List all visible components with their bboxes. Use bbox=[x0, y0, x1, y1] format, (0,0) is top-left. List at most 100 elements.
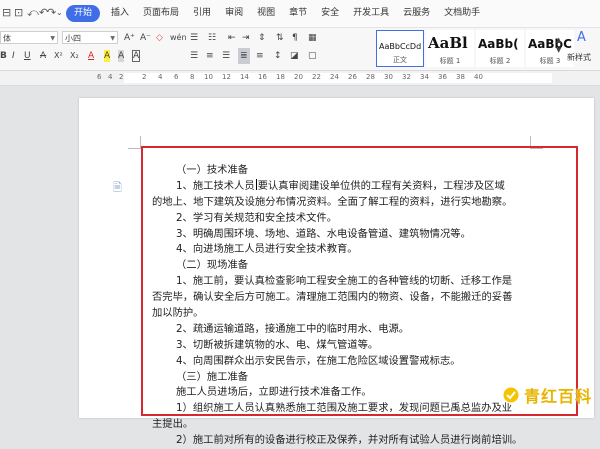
font-size-value: 小四 bbox=[65, 34, 81, 43]
align-center-icon[interactable]: ≡ bbox=[206, 50, 214, 62]
shading-icon[interactable]: ◪ bbox=[290, 50, 299, 62]
ruler-number: 14 bbox=[240, 73, 249, 81]
align-left-icon[interactable]: ☰ bbox=[190, 50, 198, 62]
subscript-button[interactable]: X₂ bbox=[70, 50, 79, 62]
tab-references[interactable]: 引用 bbox=[186, 5, 218, 22]
redo-icon[interactable]: ⤺ bbox=[27, 7, 39, 19]
tab-doc-assistant[interactable]: 文档助手 bbox=[437, 5, 487, 22]
horizontal-ruler[interactable]: 6 4 2 2 4 6 8 10 12 14 16 18 20 22 24 26… bbox=[0, 71, 600, 86]
gallery-down-icon[interactable]: ▼ bbox=[556, 44, 561, 56]
ruler-number: 38 bbox=[456, 73, 465, 81]
style-heading-2[interactable]: AaBb( 标题 2 bbox=[476, 30, 524, 67]
underline-button[interactable]: U bbox=[24, 50, 31, 62]
style-normal[interactable]: AaBbCcDd 正文 bbox=[376, 30, 424, 67]
numbered-list-icon[interactable]: ☷ bbox=[208, 32, 216, 44]
watermark-text: 青红百科 bbox=[524, 387, 593, 406]
tab-home[interactable]: 开始 bbox=[66, 5, 101, 22]
borders-icon[interactable]: ▦ bbox=[308, 32, 317, 44]
tab-developer[interactable]: 开发工具 bbox=[346, 5, 396, 22]
superscript-button[interactable]: X² bbox=[54, 50, 63, 62]
tab-cloud[interactable]: 云服务 bbox=[396, 5, 437, 22]
style-heading-1[interactable]: AaBl 标题 1 bbox=[426, 30, 474, 67]
watermark-logo-icon bbox=[502, 386, 520, 404]
style-name: 正文 bbox=[393, 56, 407, 64]
font-color-button[interactable]: A bbox=[88, 50, 94, 62]
style-sample: AaBl bbox=[428, 34, 468, 52]
highlight-button[interactable]: A bbox=[104, 50, 111, 62]
bold-button[interactable]: B bbox=[0, 50, 7, 62]
style-sample: AaBbCcDd bbox=[379, 42, 422, 51]
site-watermark: 青红百科 bbox=[502, 384, 596, 406]
tab-security[interactable]: 安全 bbox=[314, 5, 346, 22]
clear-format-icon[interactable]: ◇ bbox=[156, 32, 163, 44]
ruler-number: 34 bbox=[420, 73, 429, 81]
align-right-icon[interactable]: ☰ bbox=[222, 50, 230, 62]
ruler-number: 4 bbox=[108, 73, 113, 81]
pinyin-guide-icon[interactable]: wén bbox=[170, 32, 187, 44]
decrease-indent-icon[interactable]: ⇤ bbox=[228, 32, 236, 44]
show-marks-icon[interactable]: ¶ bbox=[292, 32, 298, 44]
ruler-number: 8 bbox=[190, 73, 195, 81]
new-style-button[interactable]: A 新样式 bbox=[567, 30, 600, 68]
char-shading-button[interactable]: A bbox=[118, 50, 125, 62]
style-sample: AaBb( bbox=[478, 37, 519, 51]
style-name: 标题 2 bbox=[489, 57, 511, 65]
ruler-number: 18 bbox=[276, 73, 285, 81]
chinese-layout-icon[interactable]: ⇕ bbox=[258, 32, 266, 44]
justify-icon[interactable]: ≣ bbox=[238, 48, 250, 64]
ribbon-home: 体 ▼ 小四 ▼ A⁺ A⁻ ◇ wén B I U A X² X₂ A A A… bbox=[0, 28, 600, 71]
margin-corner-mark bbox=[128, 136, 141, 149]
tab-insert[interactable]: 插入 bbox=[104, 5, 136, 22]
print-icon[interactable]: ⊡ bbox=[14, 7, 23, 19]
ruler-number: 6 bbox=[174, 73, 179, 81]
tab-review[interactable]: 审阅 bbox=[218, 5, 250, 22]
doc-line: 主提出。 bbox=[152, 418, 194, 431]
grow-font-icon[interactable]: A⁺ bbox=[124, 32, 135, 44]
customize-dropdown-icon[interactable]: ⌄ bbox=[56, 7, 63, 19]
new-style-label: 新样式 bbox=[567, 53, 591, 62]
font-name-select[interactable]: 体 ▼ bbox=[0, 31, 58, 44]
chevron-down-icon: ▼ bbox=[110, 35, 115, 42]
ruler-number: 4 bbox=[158, 73, 163, 81]
document-outline-icon[interactable]: 🗎 bbox=[113, 179, 122, 198]
distribute-icon[interactable]: ≡ bbox=[256, 50, 264, 62]
tab-section[interactable]: 章节 bbox=[282, 5, 314, 22]
ruler-number: 20 bbox=[294, 73, 303, 81]
ruler-number: 12 bbox=[222, 73, 231, 81]
ruler-number: 10 bbox=[204, 73, 213, 81]
increase-indent-icon[interactable]: ⇥ bbox=[242, 32, 250, 44]
italic-button[interactable]: I bbox=[12, 50, 15, 62]
ribbon-tabs: 开始 插入 页面布局 引用 审阅 视图 章节 安全 开发工具 云服务 文档助手 bbox=[66, 5, 487, 22]
shrink-font-icon[interactable]: A⁻ bbox=[140, 32, 151, 44]
tab-view[interactable]: 视图 bbox=[250, 5, 282, 22]
new-style-icon: A bbox=[577, 30, 586, 45]
strikethrough-button[interactable]: A bbox=[40, 50, 46, 62]
ruler-number: 22 bbox=[312, 73, 321, 81]
highlight-annotation-box bbox=[141, 146, 578, 416]
ruler-number: 6 bbox=[97, 73, 102, 81]
ruler-number: 16 bbox=[258, 73, 267, 81]
sort-icon[interactable]: ⇅ bbox=[276, 32, 284, 44]
font-size-select[interactable]: 小四 ▼ bbox=[62, 31, 118, 44]
ruler-number: 28 bbox=[366, 73, 375, 81]
ruler-number: 26 bbox=[348, 73, 357, 81]
style-sample: AaBbC bbox=[528, 37, 572, 51]
ruler-number: 2 bbox=[142, 73, 147, 81]
paragraph-group: ☰ ☷ ⇤ ⇥ ⇕ ⇅ ¶ ▦ ☰ ≡ ☰ ≣ ≡ ↕ ◪ ▢ bbox=[190, 30, 366, 68]
styles-gallery: AaBbCcDd 正文 AaBl 标题 1 AaBb( 标题 2 AaBbC 标… bbox=[376, 30, 576, 68]
bullet-list-icon[interactable]: ☰ bbox=[190, 32, 198, 44]
line-spacing-icon[interactable]: ↕ bbox=[274, 50, 282, 62]
doc-line: 2）施工前对所有的设备进行校正及保养，并对所有试验人员进行岗前培训。 bbox=[176, 434, 523, 447]
char-border-button[interactable]: A bbox=[132, 50, 141, 62]
redo-arrow-icon[interactable]: ↷ bbox=[47, 7, 56, 19]
font-name-value: 体 bbox=[3, 34, 11, 43]
chevron-down-icon: ▼ bbox=[50, 35, 55, 42]
save-icon[interactable]: ⊟ bbox=[2, 7, 11, 19]
ruler-number: 32 bbox=[402, 73, 411, 81]
style-name: 标题 1 bbox=[439, 57, 461, 65]
tab-page-layout[interactable]: 页面布局 bbox=[136, 5, 186, 22]
ruler-number: 40 bbox=[474, 73, 483, 81]
menu-bar: ⊟ ⊡ ⤺ ↶ ↷ ⌄ 开始 插入 页面布局 引用 审阅 视图 章节 安全 开发… bbox=[0, 0, 600, 28]
border-icon[interactable]: ▢ bbox=[308, 50, 317, 62]
ruler-number: 2 bbox=[119, 73, 124, 81]
